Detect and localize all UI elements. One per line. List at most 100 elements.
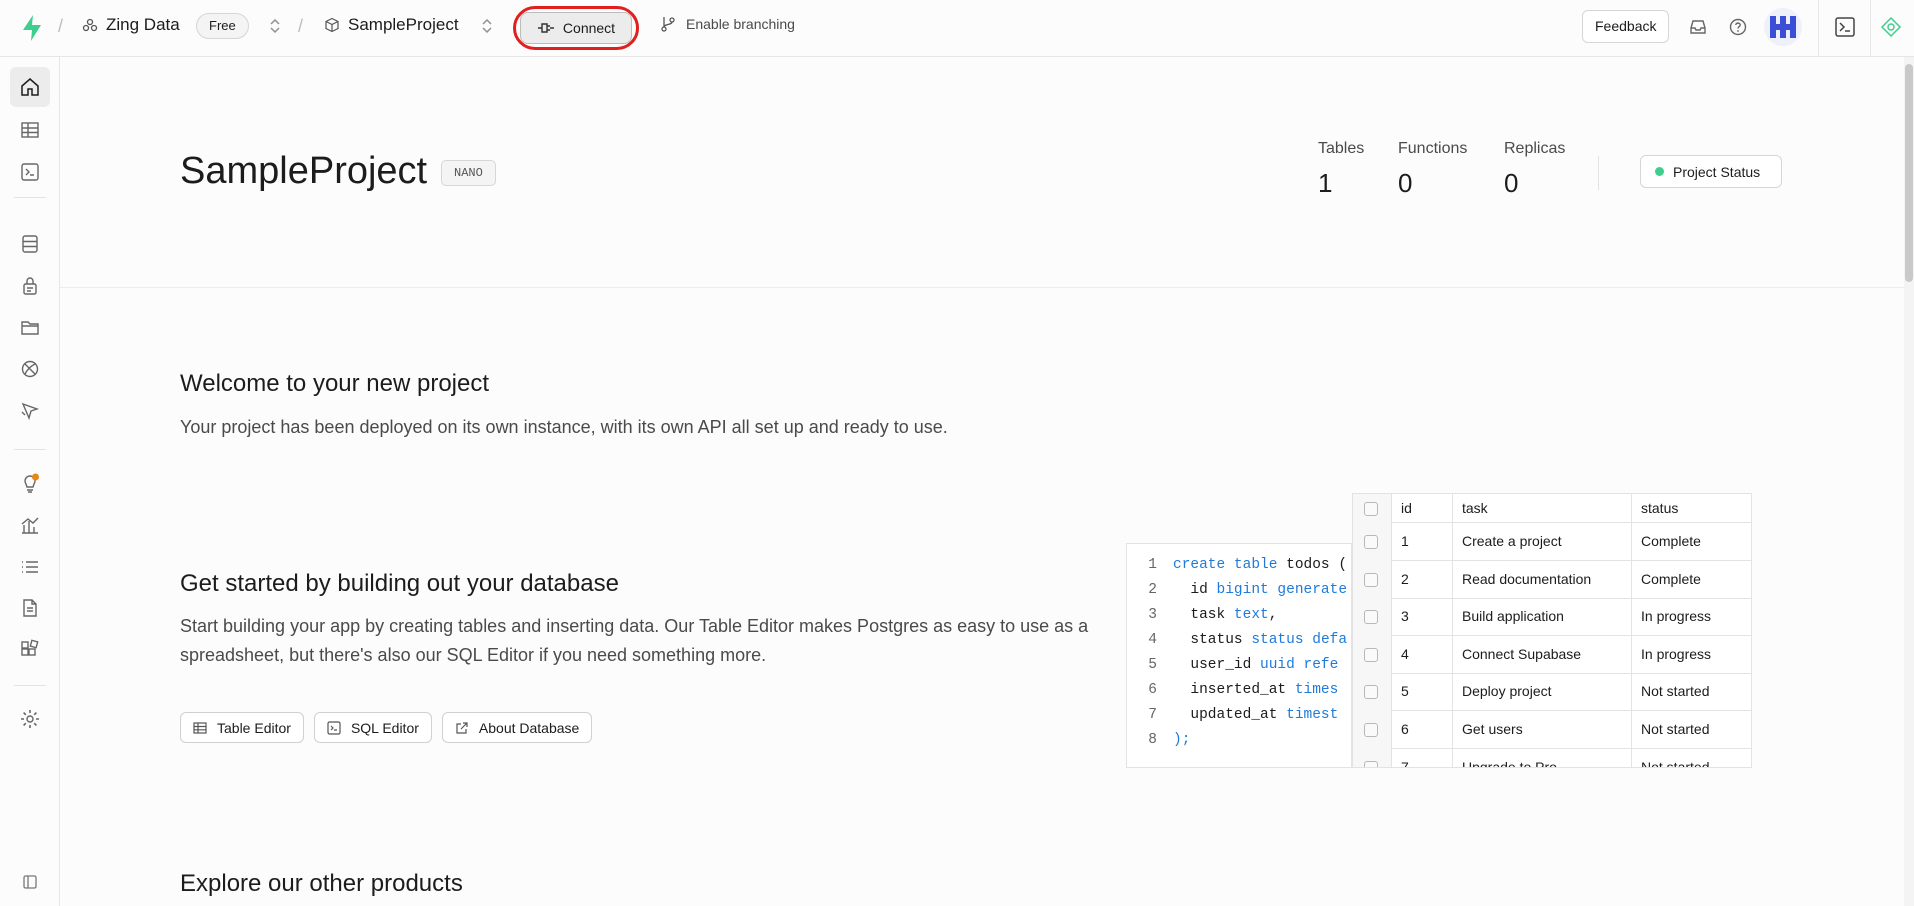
authentication-icon[interactable] xyxy=(19,275,41,297)
terminal-icon[interactable] xyxy=(1834,16,1856,38)
table-cell: Connect Supabase xyxy=(1462,645,1582,662)
table-row[interactable]: 1 Create a project Complete xyxy=(1353,523,1751,561)
code-keyword: ); xyxy=(1173,732,1191,748)
stat-value: 1 xyxy=(1318,168,1333,198)
code-text: , xyxy=(1268,607,1278,623)
api-docs-icon[interactable] xyxy=(19,597,41,619)
table-cell: Get users xyxy=(1462,721,1523,737)
line-number: 2 xyxy=(1148,582,1157,598)
stat-replicas[interactable]: Replicas 0 xyxy=(1504,140,1565,199)
code-line: 4 status status defa xyxy=(1127,632,1347,648)
database-text: Start building your app by creating tabl… xyxy=(180,616,1089,665)
table-editor-button[interactable]: Table Editor xyxy=(180,712,304,743)
table-row[interactable]: 3 Build application In progress xyxy=(1353,598,1751,637)
table-cell: In progress xyxy=(1641,608,1712,625)
line-number: 3 xyxy=(1148,607,1157,623)
code-keyword: create table xyxy=(1173,557,1278,573)
code-line: 1 create table todos ( xyxy=(1127,557,1347,573)
plug-icon xyxy=(537,23,554,33)
row-checkbox[interactable] xyxy=(1364,760,1378,767)
table-cell: 5 xyxy=(1401,683,1409,700)
avatar[interactable] xyxy=(1764,8,1802,46)
stat-tables[interactable]: Tables 1 xyxy=(1318,140,1364,199)
project-name[interactable]: SampleProject xyxy=(348,15,459,35)
table-row[interactable]: 5 Deploy project Not started xyxy=(1353,673,1751,712)
welcome-text: Your project has been deployed on its ow… xyxy=(180,417,948,437)
table-cell: 7 xyxy=(1401,758,1409,768)
checkbox-cell xyxy=(1353,598,1391,637)
checkbox-cell xyxy=(1353,494,1391,523)
code-keyword: bigint generate xyxy=(1216,582,1348,598)
about-database-button[interactable]: About Database xyxy=(441,712,593,743)
realtime-icon[interactable] xyxy=(19,400,41,422)
table-icon xyxy=(193,721,207,734)
stat-functions[interactable]: Functions 0 xyxy=(1398,140,1467,199)
sql-editor-icon[interactable] xyxy=(19,161,41,183)
org-switcher-chevron-icon[interactable] xyxy=(268,17,282,35)
stat-label: Functions xyxy=(1398,140,1468,157)
feedback-button[interactable]: Feedback xyxy=(1582,10,1670,43)
table-cell: 3 xyxy=(1401,608,1409,625)
row-checkbox[interactable] xyxy=(1364,535,1378,549)
assistant-icon[interactable] xyxy=(1880,16,1902,38)
reports-icon[interactable] xyxy=(19,514,41,536)
row-checkbox[interactable] xyxy=(1364,501,1378,516)
project-status-button[interactable]: Project Status xyxy=(1640,155,1782,188)
connect-button[interactable]: Connect xyxy=(520,12,632,44)
advisors-icon[interactable] xyxy=(19,472,41,494)
row-checkbox[interactable] xyxy=(1364,572,1378,587)
row-checkbox[interactable] xyxy=(1364,685,1378,700)
line-number: 4 xyxy=(1148,632,1157,648)
table-row[interactable]: 2 Read documentation Complete xyxy=(1353,560,1751,599)
table-row[interactable]: 6 Get users Not started xyxy=(1353,711,1751,749)
checkbox-cell xyxy=(1353,673,1391,712)
table-row[interactable]: 4 Connect Supabase In progress xyxy=(1353,635,1751,674)
settings-gear-icon[interactable] xyxy=(19,708,41,730)
table-editor-icon[interactable] xyxy=(19,119,41,141)
sql-editor-button[interactable]: SQL Editor xyxy=(313,712,432,743)
code-keyword: status defa xyxy=(1251,632,1348,648)
database-icon[interactable] xyxy=(19,233,41,255)
table-cell: In progress xyxy=(1641,645,1712,662)
org-name[interactable]: Zing Data xyxy=(106,15,180,35)
row-checkbox[interactable] xyxy=(1364,647,1378,662)
table-cell: 1 xyxy=(1401,533,1409,549)
main-scrollbar-thumb[interactable] xyxy=(1905,64,1913,282)
code-line: 7 updated_at timest xyxy=(1127,707,1338,723)
table-cell: Not started xyxy=(1641,683,1710,700)
explore-heading: Explore our other products xyxy=(180,870,463,897)
table-cell: Read documentation xyxy=(1462,570,1592,587)
code-keyword: timest xyxy=(1286,707,1339,723)
project-breadcrumb[interactable]: SampleProject xyxy=(324,15,459,35)
edge-functions-icon[interactable] xyxy=(19,358,41,380)
table-row[interactable]: 7 Upgrade to Pro Not started xyxy=(1353,748,1751,768)
code-text: user_id xyxy=(1173,657,1261,673)
inbox-icon[interactable] xyxy=(1688,17,1708,37)
project-switcher-chevron-icon[interactable] xyxy=(480,17,494,35)
help-icon[interactable] xyxy=(1728,17,1748,37)
table-cell: 2 xyxy=(1401,570,1409,587)
enable-branching-button[interactable]: Enable branching xyxy=(660,16,795,32)
logs-icon[interactable] xyxy=(19,556,41,578)
project-status-label: Project Status xyxy=(1673,163,1761,180)
compute-size-badge: NANO xyxy=(441,160,496,186)
org-breadcrumb[interactable]: Zing Data xyxy=(82,15,180,35)
row-checkbox[interactable] xyxy=(1364,723,1378,737)
code-line: 5 user_id uuid refe xyxy=(1127,657,1338,673)
storage-icon[interactable] xyxy=(19,316,41,338)
home-icon[interactable] xyxy=(19,76,41,98)
connect-label: Connect xyxy=(562,20,616,36)
stat-divider xyxy=(1598,156,1599,190)
table-cell: 6 xyxy=(1401,721,1409,737)
table-cell: Build application xyxy=(1462,608,1564,625)
checkbox-cell xyxy=(1353,748,1391,767)
git-branch-icon xyxy=(661,17,675,32)
supabase-logo-icon[interactable] xyxy=(20,14,44,42)
collapse-sidebar-icon[interactable] xyxy=(22,874,38,890)
stat-value: 0 xyxy=(1398,168,1413,198)
page-title: SampleProject xyxy=(180,150,428,192)
row-checkbox[interactable] xyxy=(1364,610,1378,625)
integrations-icon[interactable] xyxy=(19,639,41,661)
code-line: 3 task text, xyxy=(1127,607,1277,623)
line-number: 7 xyxy=(1148,707,1157,723)
